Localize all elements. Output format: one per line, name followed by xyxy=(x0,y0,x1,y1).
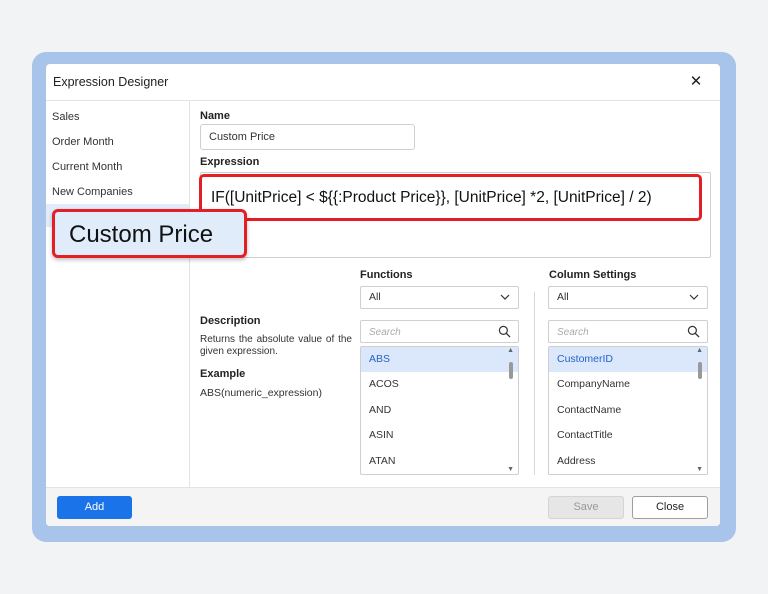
scroll-down-icon[interactable]: ▼ xyxy=(696,466,703,473)
scroll-down-icon[interactable]: ▼ xyxy=(507,466,514,473)
scrollbar-thumb[interactable] xyxy=(509,362,513,379)
close-icon[interactable]: ✕ xyxy=(686,72,706,92)
expression-designer-dialog: Expression Designer ✕ Sales Order Month … xyxy=(46,64,720,526)
columns-list[interactable]: CustomerID CompanyName ContactName Conta… xyxy=(548,346,708,475)
list-item-atan[interactable]: ATAN xyxy=(361,449,518,474)
functions-filter-value: All xyxy=(369,291,381,303)
search-icon[interactable] xyxy=(498,325,511,338)
save-button[interactable]: Save xyxy=(548,496,624,519)
name-label: Name xyxy=(200,110,230,122)
list-item-address[interactable]: Address xyxy=(549,449,707,474)
expression-list-sidebar: Sales Order Month Current Month New Comp… xyxy=(46,101,190,487)
list-item-abs[interactable]: ABS xyxy=(361,347,518,372)
list-item-contacttitle[interactable]: ContactTitle xyxy=(549,423,707,448)
add-button[interactable]: Add xyxy=(57,496,132,519)
functions-search-input[interactable] xyxy=(369,322,489,342)
chevron-down-icon xyxy=(689,294,699,300)
expression-label: Expression xyxy=(200,156,260,168)
chevron-down-icon xyxy=(500,294,510,300)
search-icon[interactable] xyxy=(687,325,700,338)
list-item-acos[interactable]: ACOS xyxy=(361,372,518,397)
name-input[interactable]: Custom Price xyxy=(200,124,415,150)
functions-list[interactable]: ABS ACOS AND ASIN ATAN ▲ ▼ xyxy=(360,346,519,475)
columns-filter-value: All xyxy=(557,291,569,303)
functions-filter-select[interactable]: All xyxy=(360,286,519,309)
description-text: Returns the absolute value of the given … xyxy=(200,334,352,357)
dialog-footer: Add Save Close xyxy=(46,487,720,526)
sidebar-item-order-month[interactable]: Order Month xyxy=(52,136,114,148)
close-button[interactable]: Close xyxy=(632,496,708,519)
functions-search[interactable] xyxy=(360,320,519,343)
functions-label: Functions xyxy=(360,269,413,281)
selected-expression-callout[interactable]: Custom Price xyxy=(52,209,247,258)
expression-text: IF([UnitPrice] < ${{:Product Price}}, [U… xyxy=(211,189,652,206)
scrollbar-thumb[interactable] xyxy=(698,362,702,379)
sidebar-item-new-companies[interactable]: New Companies xyxy=(52,186,133,198)
list-item-companyname[interactable]: CompanyName xyxy=(549,372,707,397)
list-item-customerid[interactable]: CustomerID xyxy=(549,347,707,372)
columns-search-input[interactable] xyxy=(557,322,677,342)
list-item-and[interactable]: AND xyxy=(361,398,518,423)
scroll-up-icon[interactable]: ▲ xyxy=(507,347,514,354)
dialog-header: Expression Designer ✕ xyxy=(46,64,720,101)
selected-expression-label: Custom Price xyxy=(69,221,214,248)
expression-highlight-callout[interactable]: IF([UnitPrice] < ${{:Product Price}}, [U… xyxy=(199,174,702,221)
scroll-up-icon[interactable]: ▲ xyxy=(696,347,703,354)
panel-divider xyxy=(534,292,535,475)
columns-search[interactable] xyxy=(548,320,708,343)
sidebar-item-current-month[interactable]: Current Month xyxy=(52,161,122,173)
example-label: Example xyxy=(200,368,246,380)
list-item-asin[interactable]: ASIN xyxy=(361,423,518,448)
column-settings-label: Column Settings xyxy=(549,269,637,281)
columns-filter-select[interactable]: All xyxy=(548,286,708,309)
sidebar-item-sales[interactable]: Sales xyxy=(52,111,80,123)
dialog-title: Expression Designer xyxy=(53,75,169,89)
example-text: ABS(numeric_expression) xyxy=(200,387,322,399)
description-label: Description xyxy=(200,315,261,327)
list-item-contactname[interactable]: ContactName xyxy=(549,398,707,423)
